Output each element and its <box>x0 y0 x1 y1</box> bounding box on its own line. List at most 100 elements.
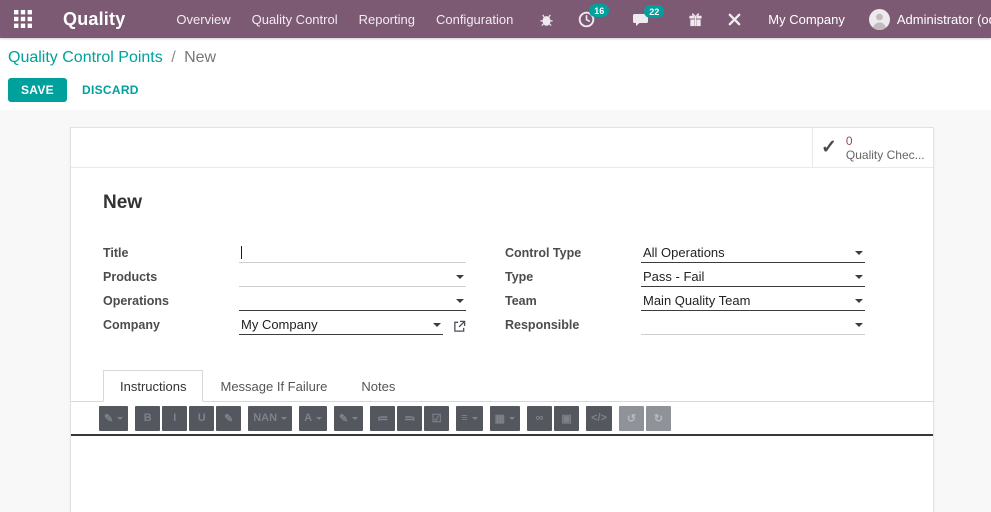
user-menu[interactable]: Administrator (odoo1 <box>868 8 991 30</box>
app-name[interactable]: Quality <box>63 9 125 30</box>
highlight-color-icon: ✎ <box>339 412 349 425</box>
text-cursor <box>241 246 242 259</box>
messages-chat-icon[interactable]: 22 <box>633 4 665 27</box>
caret-down-icon <box>281 416 288 420</box>
font-color-icon: A <box>304 412 313 424</box>
operations-select[interactable] <box>239 293 466 311</box>
breadcrumb-separator: / <box>171 49 176 66</box>
code-view-button[interactable]: </> <box>586 405 612 431</box>
form-sheet: New Title Products Operations Company My… <box>71 168 933 340</box>
toolbar-group: B I U ✎ <box>135 405 242 431</box>
field-row-title: Title <box>103 244 466 263</box>
control-panel: Quality Control Points / New SAVE DISCAR… <box>0 38 991 110</box>
italic-icon: I <box>173 412 177 424</box>
font-size-button[interactable]: NAN <box>248 405 293 431</box>
navbar-systray: 16 22 My Company Administrator (o <box>515 3 991 30</box>
caret-down-icon <box>316 416 323 420</box>
title-label: Title <box>103 246 129 260</box>
toolbar-group: ≔ ≕ ☑ <box>370 405 450 431</box>
paragraph-style-icon: ✎ <box>104 412 114 425</box>
team-select[interactable]: Main Quality Team <box>641 293 865 311</box>
remove-format-icon: ✎ <box>224 412 234 425</box>
field-row-control-type: Control Type All Operations <box>505 244 865 263</box>
menu-reporting[interactable]: Reporting <box>357 8 417 31</box>
chevron-down-icon <box>855 250 863 255</box>
italic-button[interactable]: I <box>162 405 188 431</box>
record-title: New <box>103 192 143 213</box>
form-card: ✓ 0 Quality Chec... New Title Products O… <box>70 127 934 512</box>
remove-format-button[interactable]: ✎ <box>216 405 242 431</box>
paragraph-style-button[interactable]: ✎ <box>99 405 129 431</box>
external-link-icon[interactable] <box>453 320 466 335</box>
table-icon: ▦ <box>494 412 506 425</box>
check-icon: ✓ <box>821 137 837 158</box>
user-avatar <box>868 8 890 30</box>
discard-button[interactable]: DISCARD <box>82 83 139 97</box>
chevron-down-icon <box>855 274 863 279</box>
stat-value: 0 <box>845 133 853 148</box>
unordered-list-icon: ≔ <box>377 412 389 425</box>
debug-bug-icon[interactable] <box>539 12 554 27</box>
tab-notes[interactable]: Notes <box>344 370 412 402</box>
gift-icon[interactable] <box>688 12 703 27</box>
type-select[interactable]: Pass - Fail <box>641 269 865 287</box>
toolbar-group: ∞ ▣ <box>527 405 580 431</box>
top-navbar: Quality Overview Quality Control Reporti… <box>0 0 991 38</box>
menu-overview[interactable]: Overview <box>174 8 232 31</box>
table-button[interactable]: ▦ <box>489 405 521 431</box>
team-label: Team <box>505 294 537 308</box>
company-switcher[interactable]: My Company <box>768 12 845 27</box>
type-label: Type <box>505 270 534 284</box>
instructions-editor-area[interactable] <box>71 436 933 512</box>
checklist-button[interactable]: ☑ <box>424 405 450 431</box>
menu-quality-control[interactable]: Quality Control <box>250 8 340 31</box>
undo-button: ↺ <box>618 405 644 431</box>
ordered-list-button[interactable]: ≕ <box>397 405 423 431</box>
activities-clock-icon[interactable]: 16 <box>578 3 610 28</box>
save-button[interactable]: SAVE <box>8 78 67 102</box>
font-size-icon: NAN <box>253 412 278 424</box>
chevron-down-icon <box>456 274 464 279</box>
breadcrumb: Quality Control Points / New <box>8 49 991 67</box>
responsible-select[interactable] <box>641 317 865 335</box>
undo-icon: ↺ <box>626 412 637 425</box>
form-button-box: ✓ 0 Quality Chec... <box>71 128 933 168</box>
toolbar-group: ✎ <box>99 405 129 431</box>
caret-down-icon <box>471 416 478 420</box>
tab-message-if-failure[interactable]: Message If Failure <box>203 370 344 402</box>
link-button[interactable]: ∞ <box>527 405 553 431</box>
tab-instructions[interactable]: Instructions <box>103 370 204 402</box>
field-row-company: Company My Company <box>103 316 466 335</box>
align-icon: ≡ <box>461 412 468 424</box>
field-grid: Title Products Operations Company My Com… <box>103 244 901 340</box>
tools-icon[interactable] <box>727 12 742 27</box>
image-icon: ▣ <box>561 412 572 425</box>
toolbar-group: A <box>299 405 328 431</box>
breadcrumb-root-link[interactable]: Quality Control Points <box>8 49 163 66</box>
ordered-list-icon: ≕ <box>404 412 416 425</box>
unordered-list-button[interactable]: ≔ <box>370 405 396 431</box>
apps-grid-icon[interactable] <box>10 6 36 32</box>
align-button[interactable]: ≡ <box>456 405 483 431</box>
bold-button[interactable]: B <box>135 405 161 431</box>
toolbar-group: ↺ ↻ <box>618 405 671 431</box>
code-view-icon: </> <box>591 412 607 424</box>
chevron-down-icon <box>855 322 863 327</box>
image-button[interactable]: ▣ <box>554 405 580 431</box>
operations-label: Operations <box>103 294 169 308</box>
toolbar-group: ▦ <box>489 405 521 431</box>
underline-button[interactable]: U <box>189 405 215 431</box>
field-row-type: Type Pass - Fail <box>505 268 865 287</box>
quality-checks-stat-button[interactable]: ✓ 0 Quality Chec... <box>812 128 933 167</box>
font-color-button[interactable]: A <box>299 405 328 431</box>
messages-badge: 22 <box>644 4 665 18</box>
products-select[interactable] <box>239 269 466 287</box>
activities-badge: 16 <box>589 3 610 17</box>
highlight-color-button[interactable]: ✎ <box>334 405 364 431</box>
control-type-select[interactable]: All Operations <box>641 245 865 263</box>
title-input[interactable] <box>239 245 466 263</box>
products-label: Products <box>103 270 158 284</box>
company-select[interactable]: My Company <box>239 317 443 335</box>
field-row-products: Products <box>103 268 466 287</box>
menu-configuration[interactable]: Configuration <box>434 8 515 31</box>
